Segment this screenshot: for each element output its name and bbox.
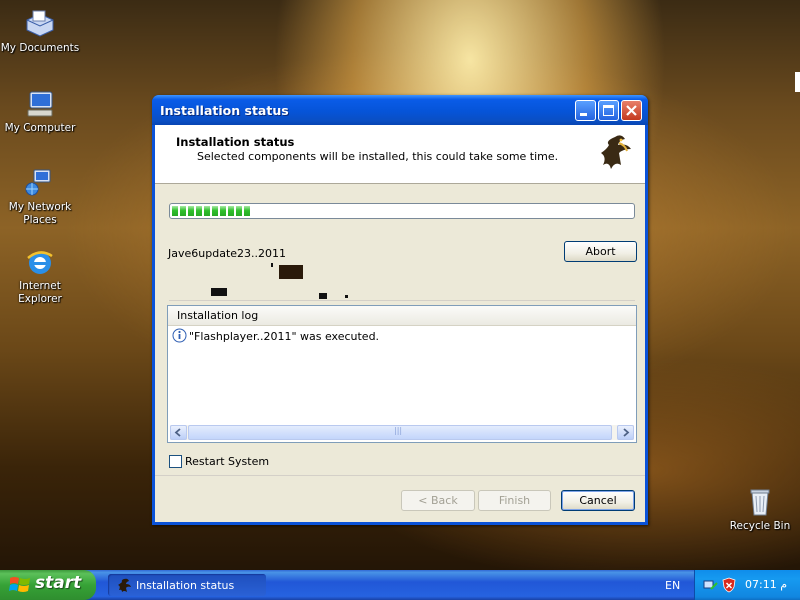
restart-system-label[interactable]: Restart System [185, 455, 269, 468]
image-artifact [211, 288, 227, 296]
maximize-icon [603, 105, 614, 116]
installer-eagle-icon [118, 578, 131, 592]
desktop-icon-recycle-bin[interactable]: Recycle Bin [720, 486, 800, 533]
separator [155, 475, 645, 476]
desktop-icon-internet-explorer[interactable]: Internet Explorer [0, 246, 80, 306]
progress-segment [204, 206, 210, 216]
network-places-icon [25, 169, 51, 196]
image-artifact [345, 295, 348, 298]
cancel-button[interactable]: Cancel [561, 490, 635, 511]
maximize-button[interactable] [598, 100, 619, 121]
header-title: Installation status [176, 135, 295, 149]
image-artifact [279, 265, 303, 279]
scroll-left-button[interactable] [170, 425, 187, 440]
desktop-icon-label: My Documents [0, 42, 80, 54]
window-title: Installation status [160, 103, 289, 118]
progress-segment [236, 206, 242, 216]
clock[interactable]: 07:11 م [745, 578, 787, 591]
chevron-left-icon [174, 428, 181, 437]
installer-window: Installation status Installation status … [152, 95, 648, 525]
progress-segment [196, 206, 202, 216]
finish-button[interactable]: Finish [478, 490, 551, 511]
desktop-icon-my-computer[interactable]: My Computer [0, 88, 80, 135]
scroll-right-button[interactable] [617, 425, 634, 440]
taskbar-item-label: Installation status [136, 579, 235, 592]
scroll-thumb[interactable]: ||| [188, 425, 612, 440]
network-status-icon[interactable] [703, 577, 719, 593]
current-component-text: Jave6update23..2011 [168, 247, 287, 260]
start-button[interactable]: start [0, 570, 96, 600]
progress-segment [212, 206, 218, 216]
windows-logo-icon [9, 577, 30, 592]
minimize-icon [580, 113, 587, 116]
separator [169, 300, 635, 301]
back-button[interactable]: < Back [401, 490, 475, 511]
progress-segment [220, 206, 226, 216]
progress-segment [180, 206, 186, 216]
desktop-icon-my-documents[interactable]: My Documents [0, 8, 80, 55]
restart-system-checkbox[interactable] [169, 455, 182, 468]
window-titlebar[interactable]: Installation status [152, 95, 648, 125]
internet-explorer-icon [27, 251, 53, 274]
header-subtitle: Selected components will be installed, t… [197, 150, 559, 163]
background-window-edge [795, 72, 800, 92]
image-artifact [271, 263, 273, 267]
system-tray: 07:11 م [694, 570, 800, 600]
desktop-icon-label: Internet Explorer [18, 280, 62, 305]
installation-log-panel: Installation log "Flashplayer..2011" was… [167, 305, 637, 443]
desktop-icon-label: My Network Places [8, 201, 72, 226]
install-progress-bar [169, 203, 635, 219]
my-documents-icon [26, 10, 54, 37]
minimize-button[interactable] [575, 100, 596, 121]
log-column-header[interactable]: Installation log [168, 306, 636, 326]
progress-segment [244, 206, 250, 216]
wizard-header: Installation status Selected components … [155, 125, 645, 184]
image-artifact [319, 293, 327, 299]
desktop-icon-label: Recycle Bin [729, 520, 791, 532]
taskbar-item-installation-status[interactable]: Installation status [108, 574, 266, 596]
log-entry: "Flashplayer..2011" was executed. [189, 330, 380, 343]
abort-button[interactable]: Abort [564, 241, 637, 262]
progress-segment [188, 206, 194, 216]
progress-fill [172, 206, 250, 216]
progress-segment [228, 206, 234, 216]
eagle-logo-icon [601, 135, 631, 169]
info-icon [172, 328, 187, 343]
scroll-thumb-grip: ||| [394, 426, 403, 435]
my-computer-icon [27, 91, 53, 117]
start-label: start [35, 573, 82, 593]
window-client-area: Installation status Selected components … [155, 125, 645, 522]
chevron-right-icon [623, 428, 630, 437]
security-shield-icon[interactable] [722, 577, 736, 593]
desktop-icon-network-places[interactable]: My Network Places [0, 167, 80, 227]
language-indicator[interactable]: EN [665, 579, 680, 592]
close-button[interactable] [621, 100, 642, 121]
close-icon [626, 105, 637, 116]
recycle-bin-icon [750, 489, 770, 516]
desktop-icon-label: My Computer [4, 122, 76, 134]
log-horizontal-scrollbar[interactable]: ||| [170, 425, 634, 440]
progress-segment [172, 206, 178, 216]
